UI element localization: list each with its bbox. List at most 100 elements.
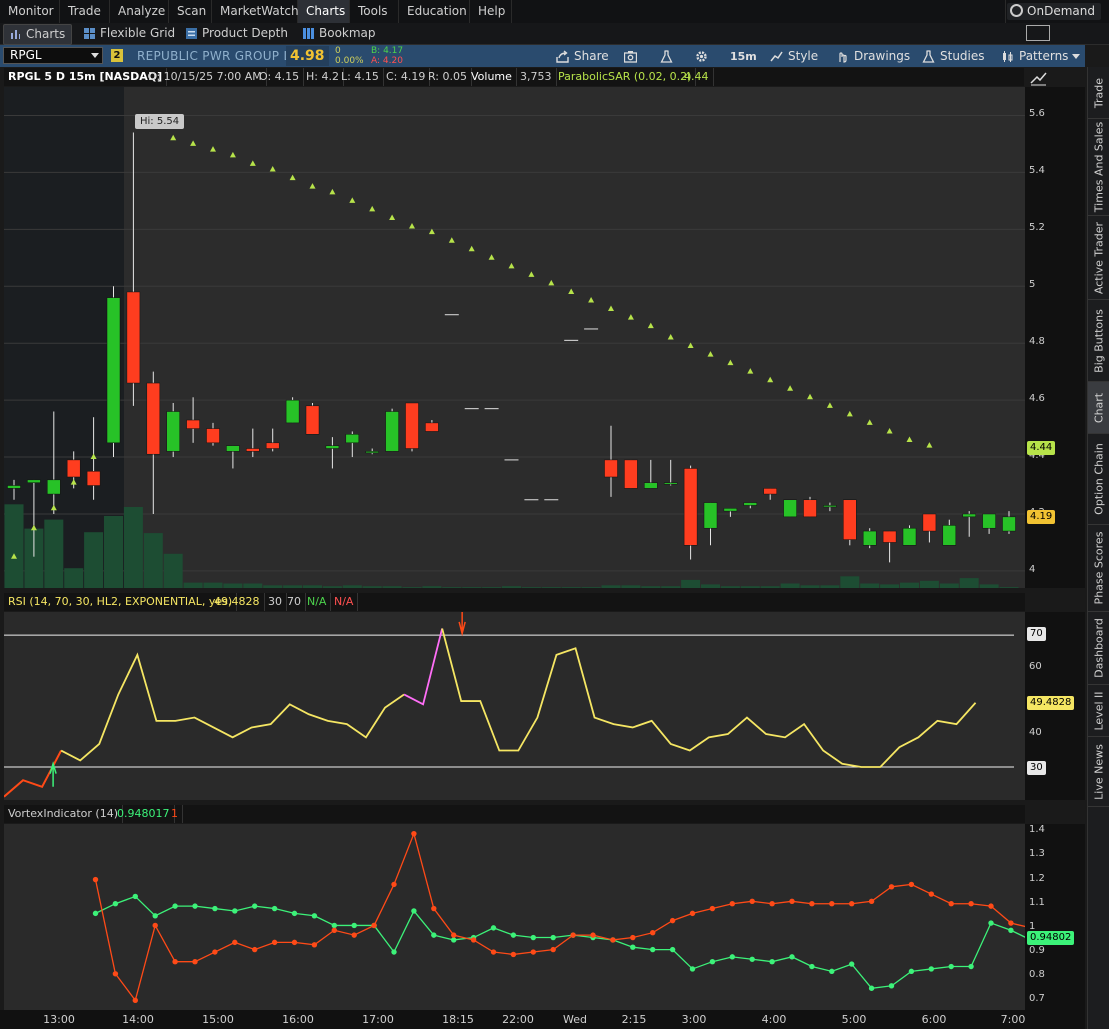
menu-trade[interactable]: Trade (60, 0, 110, 23)
settings-button[interactable] (693, 48, 709, 65)
vortex-point (351, 922, 357, 929)
menu-education[interactable]: Education (399, 0, 470, 23)
price-tick-label: 5 (1029, 279, 1036, 291)
studies-button[interactable]: Studies (920, 48, 985, 65)
sar-dot (727, 359, 734, 366)
time-tick-label: 16:00 (282, 1013, 314, 1026)
volume-bar (64, 568, 84, 588)
sar-dot (906, 436, 913, 442)
chevron-down-icon[interactable] (1072, 54, 1080, 59)
tab-product-depth-label: Product Depth (202, 26, 288, 40)
volume-bar (163, 553, 183, 588)
bookmap-icon (303, 28, 314, 39)
menu-analyze[interactable]: Analyze (110, 0, 169, 23)
sidebar-tab-trade[interactable]: Trade (1088, 67, 1109, 119)
sidebar-tab-option-chain[interactable]: Option Chain (1088, 434, 1109, 525)
vortex-point (271, 905, 278, 912)
vortex-point (152, 922, 158, 929)
sar-dot (30, 524, 37, 531)
volume-bar (760, 586, 780, 588)
menu-help[interactable]: Help (470, 0, 512, 23)
vortex-point (968, 901, 974, 907)
price-tick-label: 5.6 (1029, 108, 1045, 120)
sidebar-tab-phase-scores[interactable]: Phase Scores (1088, 525, 1109, 612)
share-button[interactable]: Share (554, 48, 609, 65)
price-pane[interactable]: Hi: 5.54 (4, 87, 1025, 588)
vortex-point (948, 963, 954, 970)
hand-pointer-icon (839, 52, 847, 63)
candle-body (126, 291, 141, 384)
sidebar-tab-big-buttons-label: Big Buttons (1092, 308, 1106, 373)
sidebar-tab-trade-label: Trade (1092, 77, 1106, 108)
candle-body (106, 297, 121, 444)
chart-expand-icon[interactable] (1029, 69, 1049, 87)
rsi-label[interactable]: RSI (14, 70, 30, HL2, EXPONENTIAL, yes) (4, 593, 238, 611)
menu-scan[interactable]: Scan (169, 0, 212, 23)
chevron-down-icon[interactable] (91, 53, 99, 58)
candle-body (86, 471, 101, 486)
volume-bar (502, 586, 521, 588)
volume-bar (860, 583, 880, 588)
menu-tools[interactable]: Tools (350, 0, 399, 23)
vortex-pane[interactable] (4, 824, 1025, 1010)
volume-bar (840, 576, 860, 588)
menu-charts[interactable]: Charts (298, 0, 350, 23)
candle-body (27, 479, 41, 483)
vortex-point (431, 905, 437, 912)
volume-bar (422, 586, 442, 588)
sidebar-tab-chart[interactable]: Chart (1088, 382, 1109, 434)
candle-body (66, 459, 81, 478)
rsi-30-tag: 30 (1027, 761, 1046, 775)
time-tick-label: 2:15 (621, 1013, 647, 1026)
sar-dot (448, 237, 455, 243)
rsi-pane[interactable] (4, 612, 1025, 800)
sidebar-tab-live-news[interactable]: Live News (1088, 737, 1109, 807)
style-button[interactable]: Style (768, 48, 818, 65)
screenshot-button[interactable] (622, 48, 638, 65)
vortex-point (868, 898, 875, 904)
sidebar-tab-dashboard[interactable]: Dashboard (1088, 612, 1109, 685)
timeframe-button[interactable]: 15m (724, 48, 757, 65)
window-layout-icon[interactable] (1026, 25, 1050, 41)
tab-bookmap[interactable]: Bookmap (297, 24, 376, 43)
header-range: R: 0.05 (424, 68, 472, 86)
vortex-point (152, 913, 158, 919)
sidebar-tab-level-ii[interactable]: Level II (1088, 685, 1109, 737)
vortex-plus-value: 0.948017 (113, 805, 175, 823)
lab-button[interactable] (658, 48, 674, 65)
menu-marketwatch[interactable]: MarketWatch (212, 0, 299, 23)
price-chart[interactable] (4, 87, 1025, 588)
vortex-point (948, 901, 954, 907)
flask-icon (922, 50, 935, 63)
symbol-input[interactable]: RPGL (3, 47, 103, 64)
sidebar-tab-times-and-sales[interactable]: Times And Sales (1088, 119, 1109, 216)
menu-monitor[interactable]: Monitor (0, 0, 60, 23)
candles-icon (1003, 51, 1013, 62)
sidebar-tab-active-trader[interactable]: Active Trader (1088, 216, 1109, 300)
tab-charts[interactable]: Charts (3, 24, 73, 45)
sar-dot (309, 183, 316, 189)
vortex-point (311, 942, 318, 948)
tab-product-depth[interactable]: Product Depth (180, 24, 288, 43)
drawings-button[interactable]: Drawings (834, 48, 910, 65)
vortex-point (92, 910, 99, 917)
sidebar-tab-big-buttons[interactable]: Big Buttons (1088, 300, 1109, 382)
price-tick-label: 5.4 (1029, 165, 1045, 177)
vortex-label[interactable]: VortexIndicator (14) (4, 805, 124, 823)
link-group-badge[interactable]: 2 (111, 49, 123, 62)
tab-flexible-grid[interactable]: Flexible Grid (78, 24, 175, 43)
volume-bar (959, 578, 979, 588)
volume-bar (382, 586, 402, 588)
patterns-button[interactable]: Patterns (999, 48, 1068, 65)
ondemand-button[interactable]: OnDemand (1007, 3, 1101, 20)
vortex-point (829, 968, 835, 975)
volume-bar (482, 587, 502, 588)
vortex-line (94, 831, 1025, 1002)
rsi-tick-label: 40 (1029, 727, 1042, 739)
rsi-chart[interactable] (4, 612, 1025, 800)
sar-price-tag: 4.44 (1027, 441, 1056, 455)
vortex-point (729, 954, 735, 960)
volume-bar (283, 585, 303, 588)
vortex-chart[interactable] (4, 824, 1025, 1010)
sar-dot (767, 376, 774, 383)
